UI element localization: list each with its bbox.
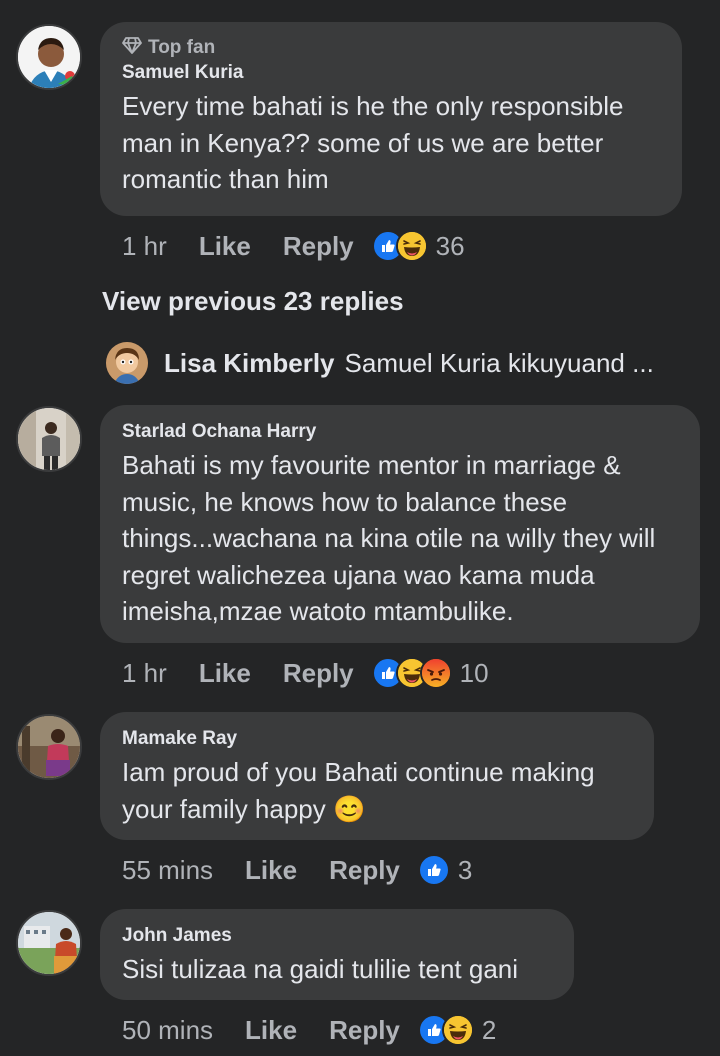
like-button[interactable]: Like: [199, 231, 251, 262]
comment-text: Iam proud of you Bahati continue making …: [122, 754, 632, 827]
comment-author[interactable]: Starlad Ochana Harry: [122, 419, 678, 445]
comment-bubble[interactable]: Top fan Samuel Kuria Every time bahati i…: [100, 22, 682, 216]
reaction-summary[interactable]: 3: [417, 854, 473, 886]
reaction-summary[interactable]: 36: [371, 230, 465, 262]
reaction-summary[interactable]: 10: [371, 657, 489, 689]
reply-preview-author[interactable]: Lisa Kimberly: [164, 348, 335, 379]
reaction-count: 36: [435, 230, 465, 261]
view-previous-replies-link[interactable]: View previous 23 replies: [102, 286, 404, 317]
reaction-count: 3: [457, 854, 473, 885]
comment-author[interactable]: John James: [122, 923, 552, 949]
reaction-count: 10: [459, 657, 489, 688]
diamond-icon: [122, 36, 142, 61]
comment-meta: 55 mins Like Reply 3: [122, 852, 472, 888]
avatar[interactable]: [16, 714, 82, 780]
angry-icon: [419, 657, 452, 689]
avatar: [106, 342, 148, 384]
comment-text: Bahati is my favourite mentor in marriag…: [122, 450, 656, 626]
comment-author[interactable]: Mamake Ray: [122, 726, 632, 752]
reply-button[interactable]: Reply: [329, 1015, 400, 1046]
reply-preview-text: Samuel Kuria kikuyuand ...: [344, 347, 654, 378]
smile-emoji: 😊: [333, 793, 366, 824]
comment-meta: 1 hr Like Reply 36: [122, 228, 465, 264]
comment-bubble[interactable]: Mamake Ray Iam proud of you Bahati conti…: [100, 712, 654, 840]
haha-icon: [441, 1014, 474, 1046]
comment-text: Sisi tulizaa na gaidi tulilie tent gani: [122, 954, 519, 984]
comment-author[interactable]: Samuel Kuria: [122, 60, 660, 86]
reply-button[interactable]: Reply: [283, 231, 354, 262]
comment-time[interactable]: 55 mins: [122, 855, 213, 886]
comment-time[interactable]: 50 mins: [122, 1015, 213, 1046]
reply-button[interactable]: Reply: [283, 658, 354, 689]
comment-time[interactable]: 1 hr: [122, 658, 167, 689]
badge-label: Top fan: [148, 37, 216, 58]
avatar[interactable]: [16, 406, 82, 472]
top-fan-badge: Top fan: [122, 36, 660, 60]
comment-meta: 50 mins Like Reply 2: [122, 1012, 496, 1048]
reply-preview[interactable]: Lisa Kimberly Samuel Kuria kikuyuand ...: [106, 342, 654, 384]
comment-meta: 1 hr Like Reply 10: [122, 655, 489, 691]
comment-bubble[interactable]: John James Sisi tulizaa na gaidi tulilie…: [100, 909, 574, 1000]
avatar[interactable]: [16, 24, 82, 90]
haha-icon: [395, 230, 428, 262]
comment-time[interactable]: 1 hr: [122, 231, 167, 262]
comment-bubble[interactable]: Starlad Ochana Harry Bahati is my favour…: [100, 405, 700, 643]
avatar[interactable]: [16, 910, 82, 976]
reaction-summary[interactable]: 2: [417, 1014, 497, 1046]
like-button[interactable]: Like: [199, 658, 251, 689]
like-button[interactable]: Like: [245, 855, 297, 886]
like-button[interactable]: Like: [245, 1015, 297, 1046]
reply-button[interactable]: Reply: [329, 855, 400, 886]
reaction-count: 2: [481, 1014, 497, 1045]
like-icon: [417, 854, 450, 886]
comment-text: Every time bahati is he the only respons…: [122, 91, 624, 194]
